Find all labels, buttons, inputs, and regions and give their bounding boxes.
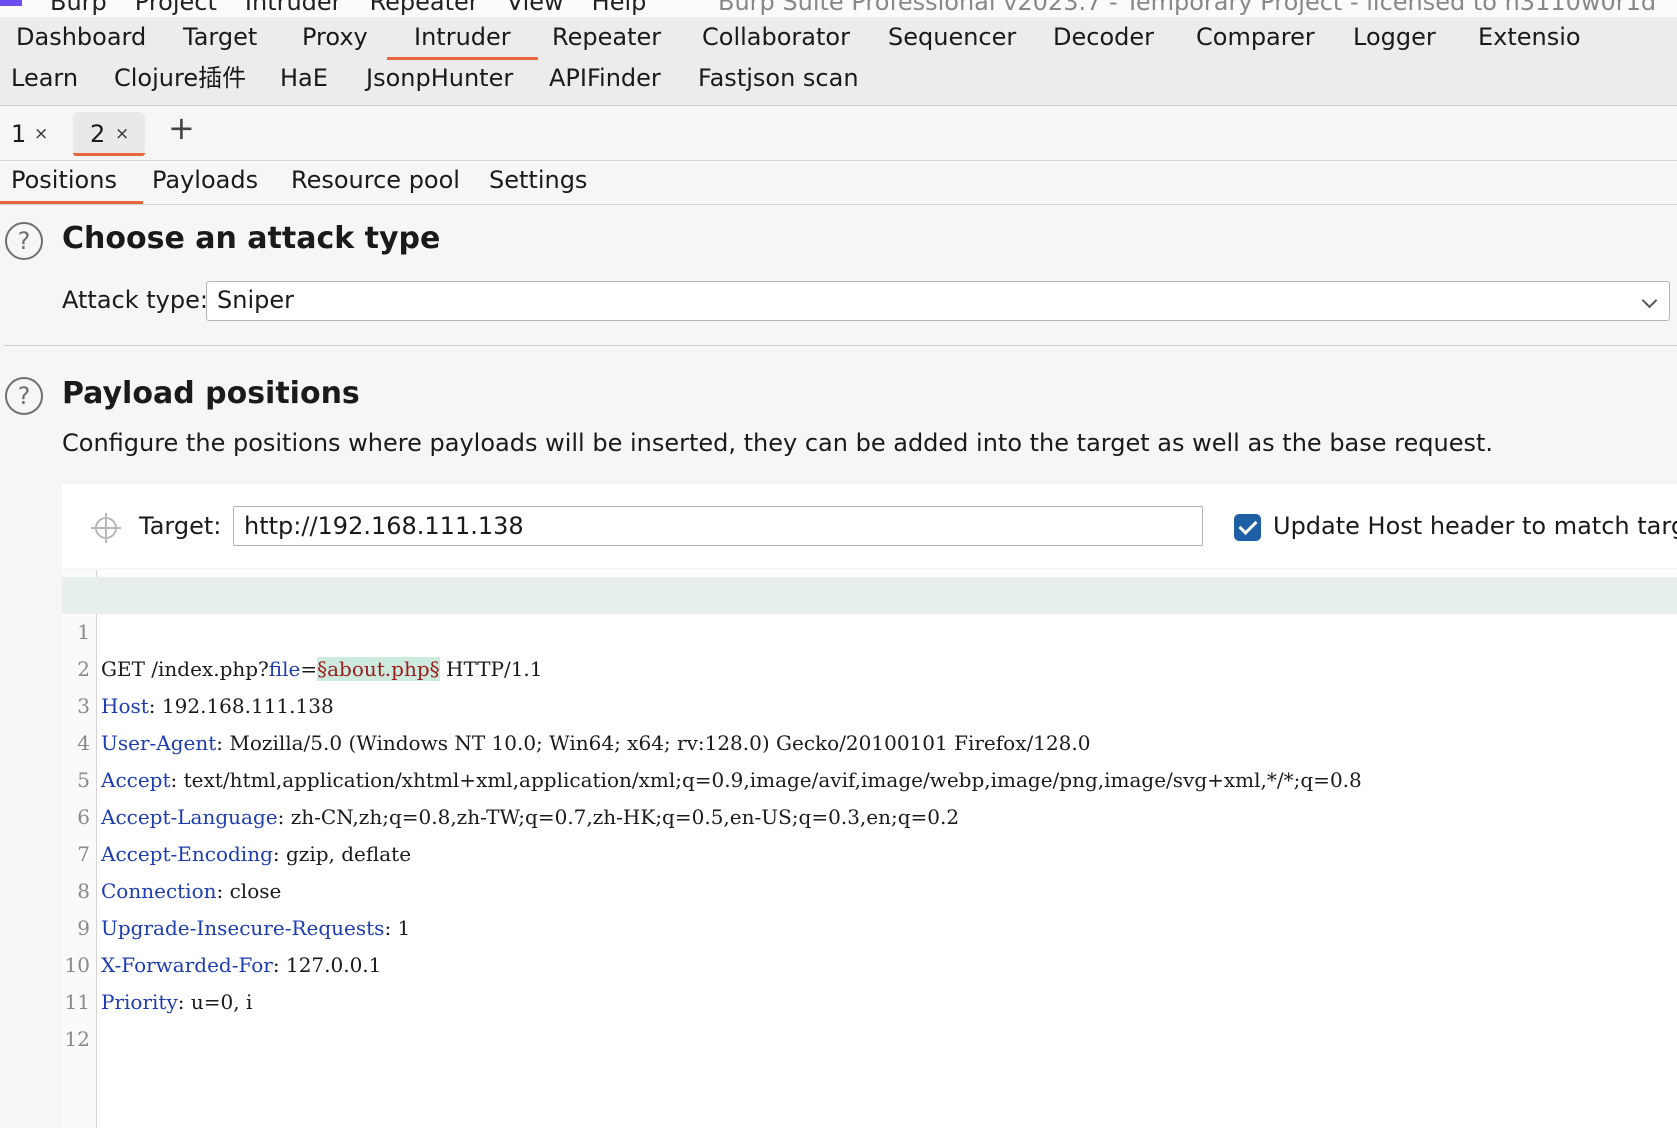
close-icon[interactable]: × <box>34 124 48 144</box>
header-line: 5 Accept-Language: zh-CN,zh;q=0.8,zh-TW;… <box>62 725 1677 829</box>
tab-dashboard[interactable]: Dashboard <box>16 22 146 52</box>
tab-positions[interactable]: Positions <box>0 166 143 204</box>
add-tab-icon[interactable]: + <box>168 112 195 144</box>
empty-line: 11 <box>62 947 1677 1014</box>
target-label: Target: <box>139 512 222 540</box>
tab-jsonphunter[interactable]: JsonpHunter <box>366 63 513 93</box>
tab-target[interactable]: Target <box>183 22 257 52</box>
tab-proxy[interactable]: Proxy <box>302 22 368 52</box>
menu-bar: Burp Project Intruder Repeater View Help <box>50 0 674 16</box>
header-line: 4 Accept: text/html,application/xhtml+xm… <box>62 688 1677 792</box>
header-line: 9 X-Forwarded-For: 127.0.0.1 <box>62 873 1677 977</box>
line-number: 12 <box>64 1027 90 1051</box>
tab-extensions[interactable]: Extensio <box>1478 22 1581 52</box>
menu-burp[interactable]: Burp <box>50 0 107 16</box>
update-host-label: Update Host header to match targe <box>1273 512 1677 540</box>
attack-type-select[interactable]: Sniper <box>206 281 1670 321</box>
window-title: Burp Suite Professional v2023.7 - Tempor… <box>718 0 1657 16</box>
attack-type-label: Attack type: <box>62 286 208 314</box>
tab-intruder[interactable]: Intruder <box>387 22 538 60</box>
attack-tab-2[interactable]: 2 × <box>73 112 145 156</box>
empty-line: 12 <box>62 984 1677 1051</box>
tab-hae[interactable]: HaE <box>280 63 328 93</box>
header-line: 7 Connection: close <box>62 799 1677 903</box>
menu-view[interactable]: View <box>507 0 564 16</box>
attack-tabs: 1 × 2 × <box>0 106 1677 161</box>
payload-positions-heading: Payload positions <box>62 376 360 411</box>
payload-positions-description: Configure the positions where payloads w… <box>62 429 1494 457</box>
menu-intruder[interactable]: Intruder <box>245 0 342 16</box>
menu-project[interactable]: Project <box>135 0 217 16</box>
header-line: 3 User-Agent: Mozilla/5.0 (Windows NT 10… <box>62 651 1677 755</box>
section-divider <box>4 345 1677 346</box>
tab-fastjson-scan[interactable]: Fastjson scan <box>698 63 859 93</box>
tab-comparer[interactable]: Comparer <box>1196 22 1315 52</box>
section-tabs: Positions Payloads Resource pool Setting… <box>0 161 1677 205</box>
attack-type-value: Sniper <box>217 286 294 314</box>
title-bar: Burp Project Intruder Repeater View Help Burp… <box>0 0 1677 17</box>
tab-decoder[interactable]: Decoder <box>1053 22 1154 52</box>
request-line: 1 GET /index.php?file=§about.php§ HTTP/1… <box>62 577 1677 681</box>
attack-tab-label: 1 <box>11 120 27 148</box>
tab-logger[interactable]: Logger <box>1353 22 1436 52</box>
header-line: 10 Priority: u=0, i <box>62 910 1677 1014</box>
tab-settings[interactable]: Settings <box>489 166 587 194</box>
close-icon[interactable]: × <box>115 124 129 144</box>
target-url-input[interactable] <box>233 506 1203 546</box>
chevron-down-icon <box>1641 292 1658 309</box>
tab-apifinder[interactable]: APIFinder <box>549 63 661 93</box>
crosshair-icon[interactable] <box>91 513 121 543</box>
tab-clojure-plugin[interactable]: Clojure插件 <box>114 63 246 93</box>
update-host-checkbox[interactable] <box>1234 514 1261 541</box>
burp-logo-icon <box>0 0 22 6</box>
tab-resource-pool[interactable]: Resource pool <box>291 166 460 194</box>
tab-repeater[interactable]: Repeater <box>552 22 661 52</box>
tab-sequencer[interactable]: Sequencer <box>888 22 1016 52</box>
request-editor[interactable]: 1 GET /index.php?file=§about.php§ HTTP/1… <box>62 570 1677 1128</box>
attack-tab-label: 2 <box>90 120 106 148</box>
header-line: 6 Accept-Encoding: gzip, deflate <box>62 762 1677 866</box>
tab-payloads[interactable]: Payloads <box>152 166 258 194</box>
attack-type-heading: Choose an attack type <box>62 221 441 256</box>
help-icon[interactable]: ? <box>5 222 43 260</box>
tab-learn[interactable]: Learn <box>11 63 78 93</box>
menu-help[interactable]: Help <box>592 0 647 16</box>
attack-tab-1[interactable]: 1 × <box>0 112 66 156</box>
header-line: 2 Host: 192.168.111.138 <box>62 614 1677 718</box>
help-icon[interactable]: ? <box>5 377 43 415</box>
header-line: 8 Upgrade-Insecure-Requests: 1 <box>62 836 1677 940</box>
main-tabs: Dashboard Target Proxy Intruder Repeater… <box>0 17 1677 106</box>
menu-repeater[interactable]: Repeater <box>370 0 479 16</box>
tab-collaborator[interactable]: Collaborator <box>702 22 850 52</box>
